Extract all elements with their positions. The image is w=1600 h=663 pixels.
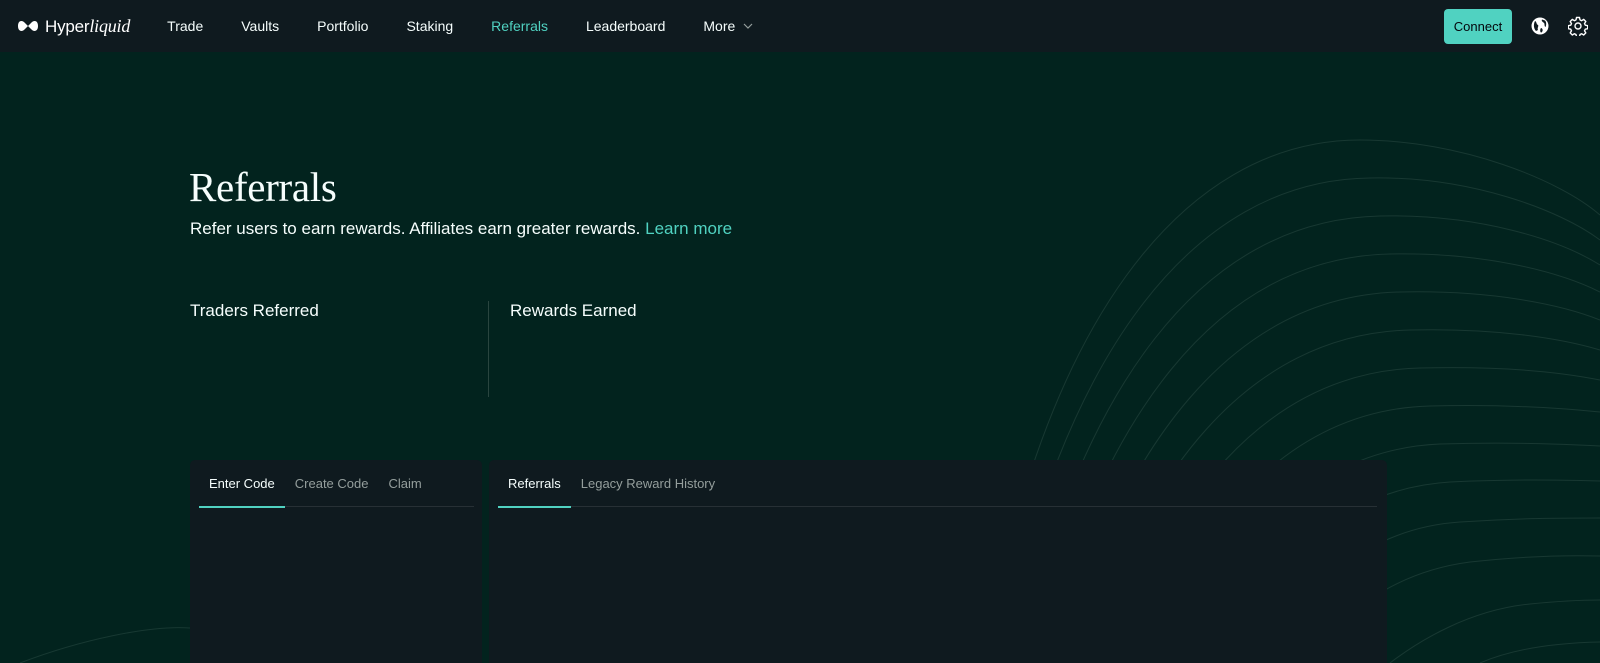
page-subtitle: Refer users to earn rewards. Affiliates … <box>190 219 732 239</box>
nav-item-more[interactable]: More <box>684 0 772 52</box>
code-tabs: Enter Code Create Code Claim <box>199 460 474 508</box>
nav-item-vaults[interactable]: Vaults <box>222 0 298 52</box>
nav-item-leaderboard[interactable]: Leaderboard <box>567 0 684 52</box>
connect-button[interactable]: Connect <box>1444 8 1512 44</box>
tab-referrals[interactable]: Referrals <box>498 460 571 508</box>
nav-item-more-label: More <box>703 18 736 34</box>
nav-item-staking[interactable]: Staking <box>387 0 472 52</box>
page-title: Referrals <box>189 164 337 210</box>
traders-referred-label: Traders Referred <box>190 301 319 320</box>
logo[interactable]: Hyperliquid <box>17 0 130 52</box>
globe-icon[interactable] <box>1530 16 1550 36</box>
nav-item-referrals[interactable]: Referrals <box>472 0 567 52</box>
tab-claim[interactable]: Claim <box>378 460 431 507</box>
chevron-down-icon <box>743 23 753 29</box>
toolbar: Connect <box>1444 0 1600 52</box>
gear-icon[interactable] <box>1568 16 1588 36</box>
main-nav: Trade Vaults Portfolio Staking Referrals… <box>148 0 772 52</box>
tab-legacy-reward-history[interactable]: Legacy Reward History <box>571 460 725 507</box>
nav-item-trade[interactable]: Trade <box>148 0 222 52</box>
top-nav: Hyperliquid Trade Vaults Portfolio Staki… <box>0 0 1600 52</box>
nav-item-portfolio[interactable]: Portfolio <box>298 0 387 52</box>
history-panel: Referrals Legacy Reward History <box>489 460 1387 663</box>
code-panel: Enter Code Create Code Claim <box>190 460 482 663</box>
history-tabs: Referrals Legacy Reward History <box>498 460 1377 508</box>
logo-icon <box>18 21 38 31</box>
tab-create-code[interactable]: Create Code <box>285 460 379 507</box>
subtitle-text: Refer users to earn rewards. Affiliates … <box>190 219 641 238</box>
stats-divider <box>488 301 489 397</box>
tab-enter-code[interactable]: Enter Code <box>199 460 285 508</box>
brand-name: Hyperliquid <box>45 15 131 36</box>
referrals-page: Hyperliquid Trade Vaults Portfolio Staki… <box>0 0 1600 663</box>
rewards-earned-label: Rewards Earned <box>510 301 637 320</box>
learn-more-link[interactable]: Learn more <box>645 219 732 238</box>
